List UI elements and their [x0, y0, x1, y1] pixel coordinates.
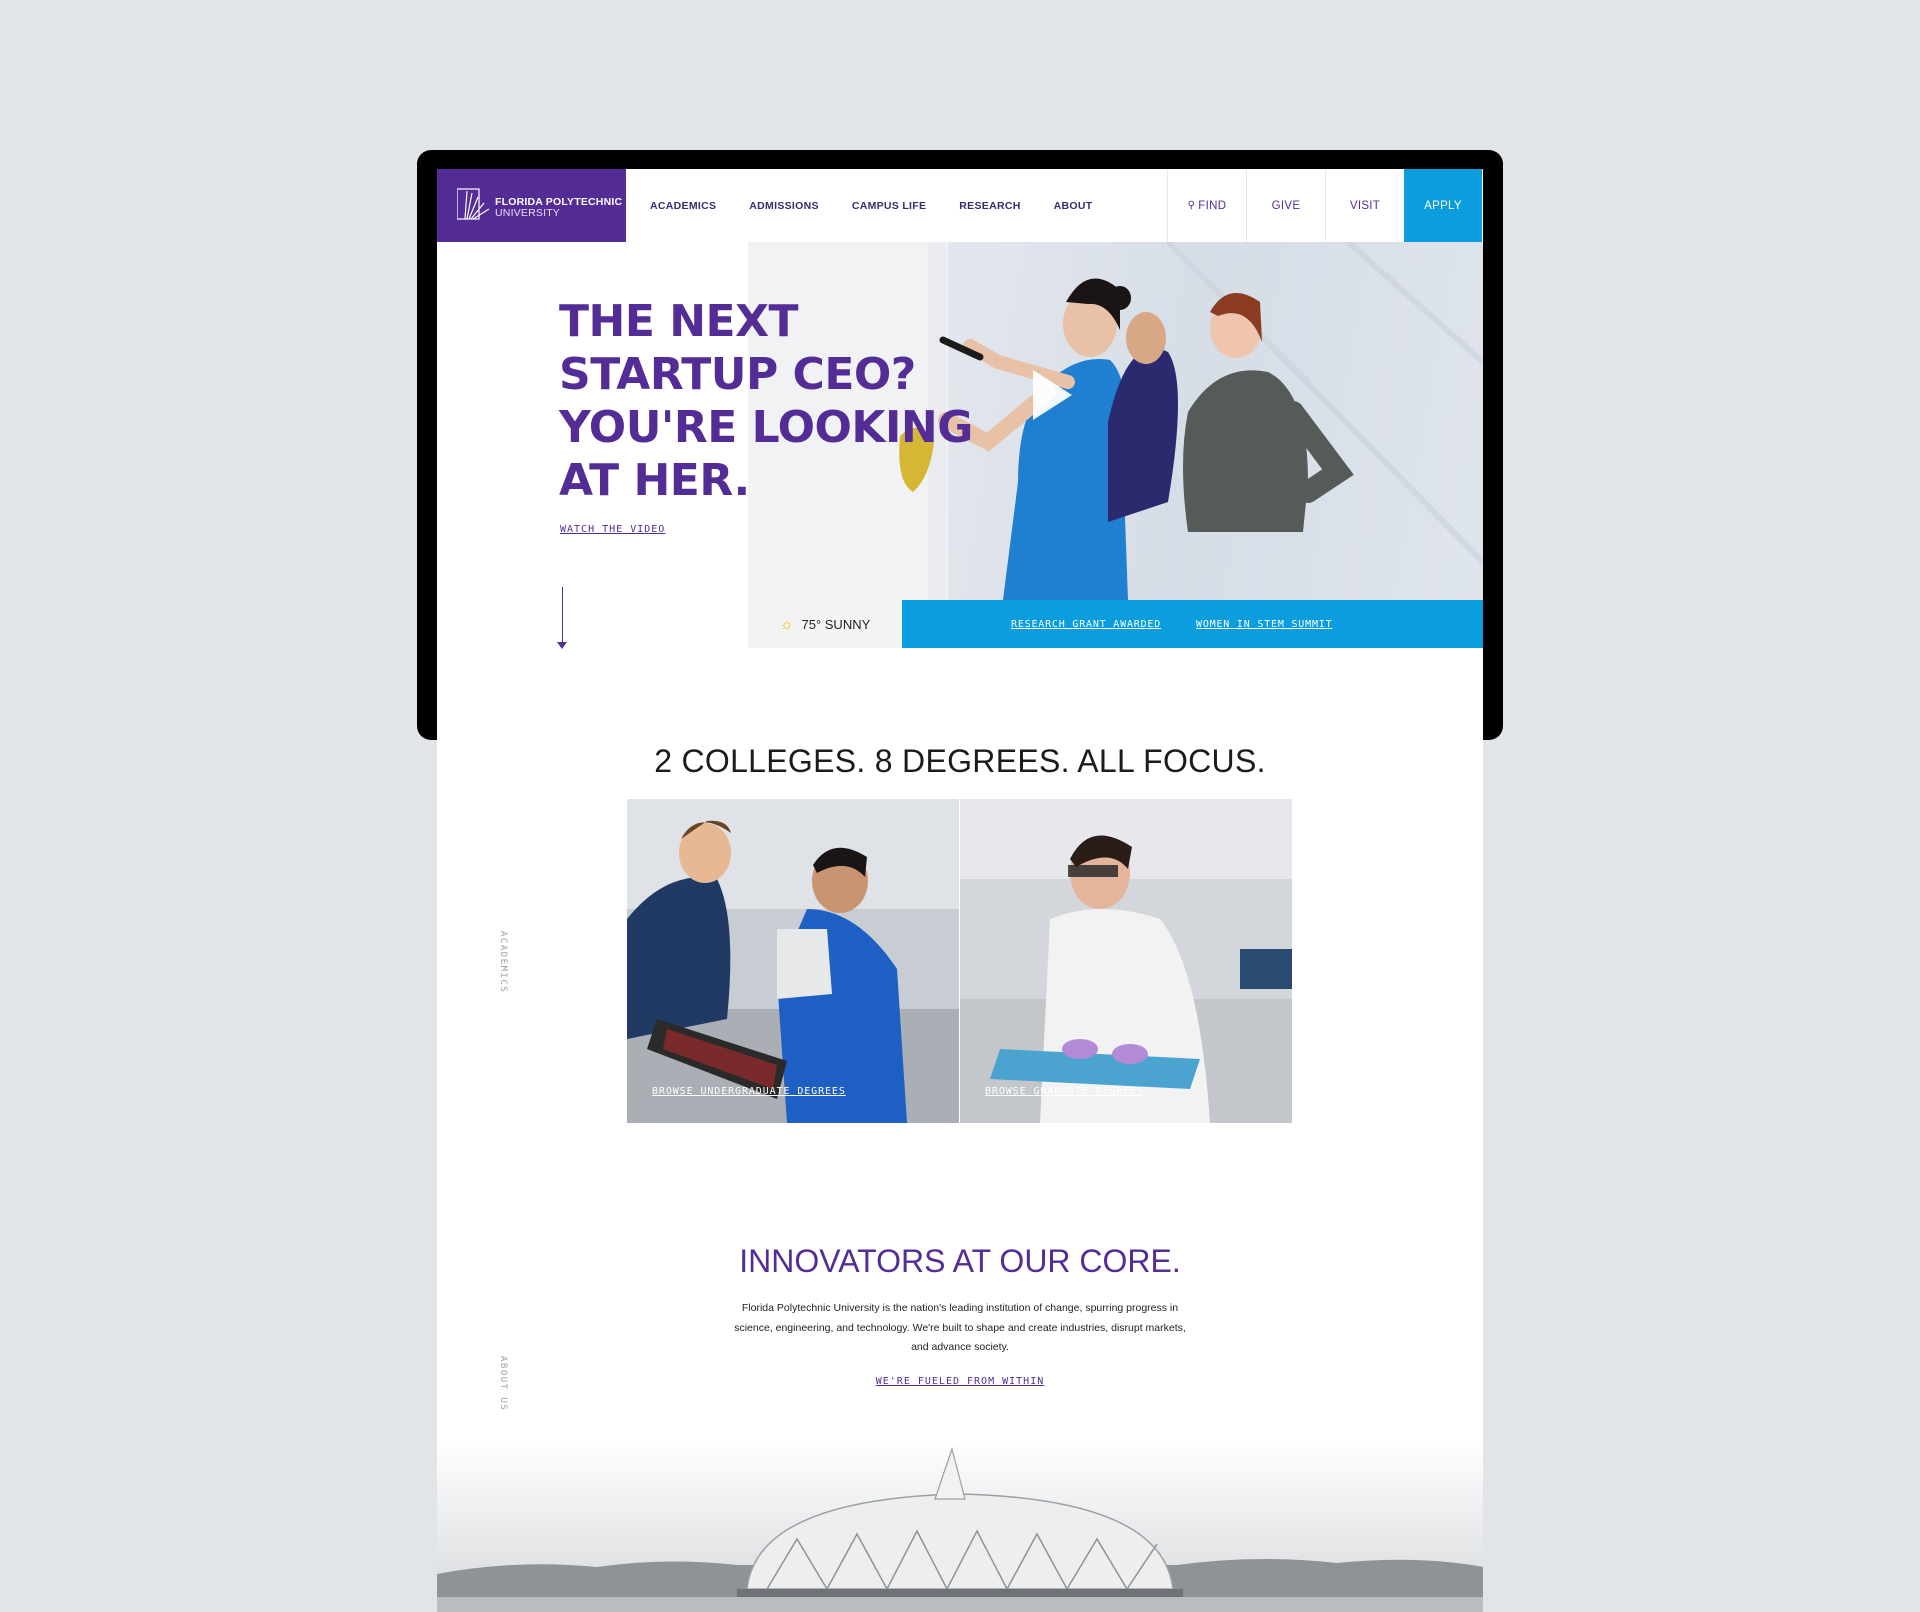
apply-button[interactable]: APPLY — [1404, 169, 1482, 242]
browse-undergraduate-link[interactable]: BROWSE UNDERGRADUATE DEGREES — [652, 1086, 846, 1097]
academics-title: 2 COLLEGES. 8 DEGREES. ALL FOCUS. — [654, 743, 1266, 779]
fueled-from-within-link[interactable]: WE'RE FUELED FROM WITHIN — [437, 1376, 1483, 1387]
nav-campus-life[interactable]: CAMPUS LIFE — [852, 200, 926, 212]
nav-about[interactable]: ABOUT — [1054, 200, 1093, 212]
headline-line-3: YOU'RE LOOKING — [559, 402, 973, 453]
logo-line-2: UNIVERSITY — [495, 207, 561, 219]
find-label: FIND — [1198, 199, 1227, 212]
graduate-photo — [960, 799, 1292, 1123]
logo-icon — [457, 188, 490, 220]
headline-line-4: AT HER. — [559, 455, 750, 506]
graduate-tile[interactable]: BROWSE GRADUATE DEGREES — [960, 799, 1292, 1123]
news-bar: RESEARCH GRANT AWARDED WOMEN IN STEM SUM… — [902, 600, 1483, 648]
news-item-women-stem[interactable]: WOMEN IN STEM SUMMIT — [1196, 619, 1332, 630]
find-button[interactable]: ⚲ FIND — [1167, 169, 1246, 242]
watch-video-link[interactable]: WATCH THE VIDEO — [560, 524, 665, 535]
undergraduate-photo — [627, 799, 959, 1123]
search-icon: ⚲ — [1187, 200, 1196, 211]
browse-graduate-link[interactable]: BROWSE GRADUATE DEGREES — [985, 1086, 1144, 1097]
nav-research[interactable]: RESEARCH — [959, 200, 1020, 212]
nav-admissions[interactable]: ADMISSIONS — [749, 200, 819, 212]
page: FLORIDA POLYTECHNIC UNIVERSITY ACADEMICS… — [437, 169, 1483, 1612]
visit-button[interactable]: VISIT — [1325, 169, 1404, 242]
top-navigation: FLORIDA POLYTECHNIC UNIVERSITY ACADEMICS… — [437, 169, 1483, 242]
academics-side-label: ACADEMICS — [498, 931, 508, 994]
about-title: INNOVATORS AT OUR CORE. — [739, 1243, 1181, 1279]
about-body: Florida Polytechnic University is the na… — [734, 1302, 1186, 1353]
utility-menu: ⚲ FIND GIVE VISIT APPLY — [1167, 169, 1482, 242]
degree-tiles: BROWSE UNDERGRADUATE DEGREES BROWSE GRAD… — [627, 799, 1292, 1123]
arrow-down-icon — [557, 642, 567, 649]
give-button[interactable]: GIVE — [1246, 169, 1325, 242]
logo[interactable]: FLORIDA POLYTECHNIC UNIVERSITY — [437, 169, 626, 242]
weather-text: 75° SUNNY — [801, 616, 871, 632]
main-menu: ACADEMICS ADMISSIONS CAMPUS LIFE RESEARC… — [650, 169, 1092, 242]
headline-line-1: THE NEXT — [559, 296, 799, 347]
campus-building-image — [437, 1439, 1483, 1612]
undergraduate-tile[interactable]: BROWSE UNDERGRADUATE DEGREES — [627, 799, 959, 1123]
weather-widget: ☼ 75° SUNNY — [748, 600, 902, 648]
nav-academics[interactable]: ACADEMICS — [650, 200, 716, 212]
hero-headline: THE NEXT STARTUP CEO? YOU'RE LOOKING AT … — [559, 295, 979, 507]
headline-line-2: STARTUP CEO? — [559, 349, 916, 400]
sun-icon: ☼ — [779, 615, 794, 633]
news-item-research-grant[interactable]: RESEARCH GRANT AWARDED — [1011, 619, 1161, 630]
scroll-down-icon[interactable] — [562, 587, 563, 645]
